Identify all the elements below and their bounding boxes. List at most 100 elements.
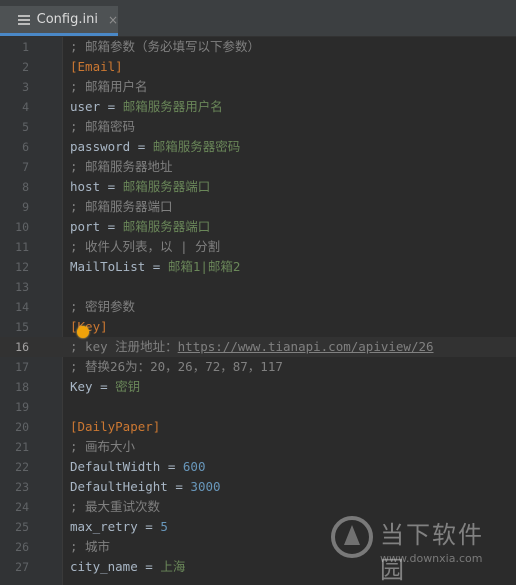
- code-text: port = 邮箱服务器端口: [70, 217, 210, 237]
- config-value: 上海: [160, 559, 186, 574]
- code-line[interactable]: 9 ; 邮箱服务器端口: [0, 197, 516, 217]
- config-key: city_name: [70, 559, 138, 574]
- tab-title: Config.ini: [36, 12, 98, 27]
- comment-text: ; 邮箱用户名: [70, 79, 148, 94]
- code-line[interactable]: 23 DefaultHeight = 3000: [0, 477, 516, 497]
- line-number: 4: [22, 100, 29, 114]
- code-text: ; 最大重试次数: [70, 497, 160, 517]
- line-number: 2: [22, 60, 29, 74]
- line-number: 10: [15, 220, 29, 234]
- line-number: 24: [15, 500, 29, 514]
- code-lines: 1 ; 邮箱参数（务必填写以下参数） 2 [Email] 3 ; 邮箱用户名 4 user =…: [0, 37, 516, 577]
- line-number: 21: [15, 440, 29, 454]
- code-line[interactable]: 24 ; 最大重试次数: [0, 497, 516, 517]
- code-text: DefaultHeight = 3000: [70, 477, 221, 497]
- code-text: host = 邮箱服务器端口: [70, 177, 210, 197]
- line-number: 20: [15, 420, 29, 434]
- code-text: user = 邮箱服务器用户名: [70, 97, 223, 117]
- code-line[interactable]: 1 ; 邮箱参数（务必填写以下参数）: [0, 37, 516, 57]
- code-text: max_retry = 5: [70, 517, 168, 537]
- line-number: 9: [22, 200, 29, 214]
- equals-sign: =: [100, 179, 123, 194]
- code-text: Key = 密钥: [70, 377, 140, 397]
- comment-text: ; 替换26为：20，26，72，87，117: [70, 359, 283, 374]
- config-number: 600: [182, 459, 206, 474]
- comment-text: ; 密钥参数: [70, 299, 136, 314]
- code-text: ; 密钥参数: [70, 297, 135, 317]
- code-text: ; 邮箱用户名: [70, 77, 148, 97]
- code-line[interactable]: 14 ; 密钥参数: [0, 297, 516, 317]
- code-line[interactable]: 3 ; 邮箱用户名: [0, 77, 516, 97]
- line-number: 6: [22, 140, 29, 154]
- comment-text: ; key 注册地址：: [70, 339, 178, 354]
- line-number: 7: [22, 160, 29, 174]
- editor-tab-bar: Config.ini ×: [0, 0, 516, 37]
- code-line[interactable]: 8 host = 邮箱服务器端口: [0, 177, 516, 197]
- config-key: port: [70, 219, 101, 234]
- code-line[interactable]: 4 user = 邮箱服务器用户名: [0, 97, 516, 117]
- comment-text: ; 邮箱服务器地址: [70, 159, 173, 174]
- line-number: 1: [22, 40, 29, 54]
- line-number: 22: [15, 460, 29, 474]
- line-number: 5: [22, 120, 29, 134]
- section-header: [DailyPaper]: [70, 419, 161, 434]
- code-text: ; 邮箱密码: [70, 117, 135, 137]
- equals-sign: =: [100, 99, 123, 114]
- line-number: 3: [22, 80, 29, 94]
- config-key: Key: [70, 379, 93, 394]
- code-text: ; 邮箱服务器地址: [70, 157, 173, 177]
- line-number: 15: [15, 320, 29, 334]
- code-text: ; key 注册地址：https://www.tianapi.com/apivi…: [70, 337, 434, 357]
- line-number: 19: [15, 400, 29, 414]
- line-number: 13: [15, 280, 29, 294]
- code-line[interactable]: 17 ; 替换26为：20，26，72，87，117: [0, 357, 516, 377]
- code-line[interactable]: 5 ; 邮箱密码: [0, 117, 516, 137]
- code-line[interactable]: 21 ; 画布大小: [0, 437, 516, 457]
- config-number: 3000: [190, 479, 221, 494]
- code-line[interactable]: 2 [Email]: [0, 57, 516, 77]
- code-line[interactable]: 22 DefaultWidth = 600: [0, 457, 516, 477]
- code-text: city_name = 上海: [70, 557, 185, 577]
- equals-sign: =: [145, 259, 168, 274]
- config-key: max_retry: [70, 519, 138, 534]
- code-text: [DailyPaper]: [70, 417, 160, 437]
- watermark-text: 当下软件园: [380, 521, 484, 584]
- equals-sign: =: [100, 219, 123, 234]
- code-text: [Key]: [70, 317, 108, 337]
- watermark-logo-icon: [331, 516, 373, 558]
- line-number: 27: [15, 560, 29, 574]
- code-line[interactable]: 13: [0, 277, 516, 297]
- code-line[interactable]: 10 port = 邮箱服务器端口: [0, 217, 516, 237]
- equals-sign: =: [130, 139, 153, 154]
- code-line[interactable]: 20 [DailyPaper]: [0, 417, 516, 437]
- config-value: 邮箱服务器端口: [122, 219, 211, 234]
- code-text: ; 邮箱服务器端口: [70, 197, 173, 217]
- code-line[interactable]: 7 ; 邮箱服务器地址: [0, 157, 516, 177]
- code-line[interactable]: 12 MailToList = 邮箱1|邮箱2: [0, 257, 516, 277]
- comment-text: ; 邮箱密码: [70, 119, 136, 134]
- code-text: DefaultWidth = 600: [70, 457, 205, 477]
- code-line[interactable]: 6 password = 邮箱服务器密码: [0, 137, 516, 157]
- config-value: 邮箱服务器端口: [122, 179, 211, 194]
- code-editor[interactable]: 1 ; 邮箱参数（务必填写以下参数） 2 [Email] 3 ; 邮箱用户名 4 user =…: [0, 37, 516, 585]
- section-header: [Email]: [70, 59, 123, 74]
- code-line[interactable]: 11 ; 收件人列表，以 | 分割: [0, 237, 516, 257]
- code-line[interactable]: 18 Key = 密钥: [0, 377, 516, 397]
- code-text: ; 画布大小: [70, 437, 135, 457]
- config-value: 密钥: [115, 379, 141, 394]
- code-text: ; 城市: [70, 537, 110, 557]
- code-line[interactable]: 19: [0, 397, 516, 417]
- comment-link[interactable]: https://www.tianapi.com/apiview/26: [178, 339, 434, 354]
- comment-text: ; 收件人列表，以 | 分割: [70, 239, 221, 254]
- equals-sign: =: [92, 379, 116, 394]
- intention-bulb-icon[interactable]: [77, 326, 89, 338]
- comment-text: ; 画布大小: [70, 439, 136, 454]
- code-text: MailToList = 邮箱1|邮箱2: [70, 257, 240, 277]
- equals-sign: =: [137, 559, 161, 574]
- close-icon[interactable]: ×: [108, 13, 118, 27]
- code-text: ; 替换26为：20，26，72，87，117: [70, 357, 283, 377]
- equals-sign: =: [137, 519, 161, 534]
- watermark-url: www.downxia.com: [380, 552, 483, 565]
- code-line[interactable]: 16 ; key 注册地址：https://www.tianapi.com/api…: [0, 337, 516, 357]
- tab-config-ini[interactable]: Config.ini ×: [0, 6, 118, 36]
